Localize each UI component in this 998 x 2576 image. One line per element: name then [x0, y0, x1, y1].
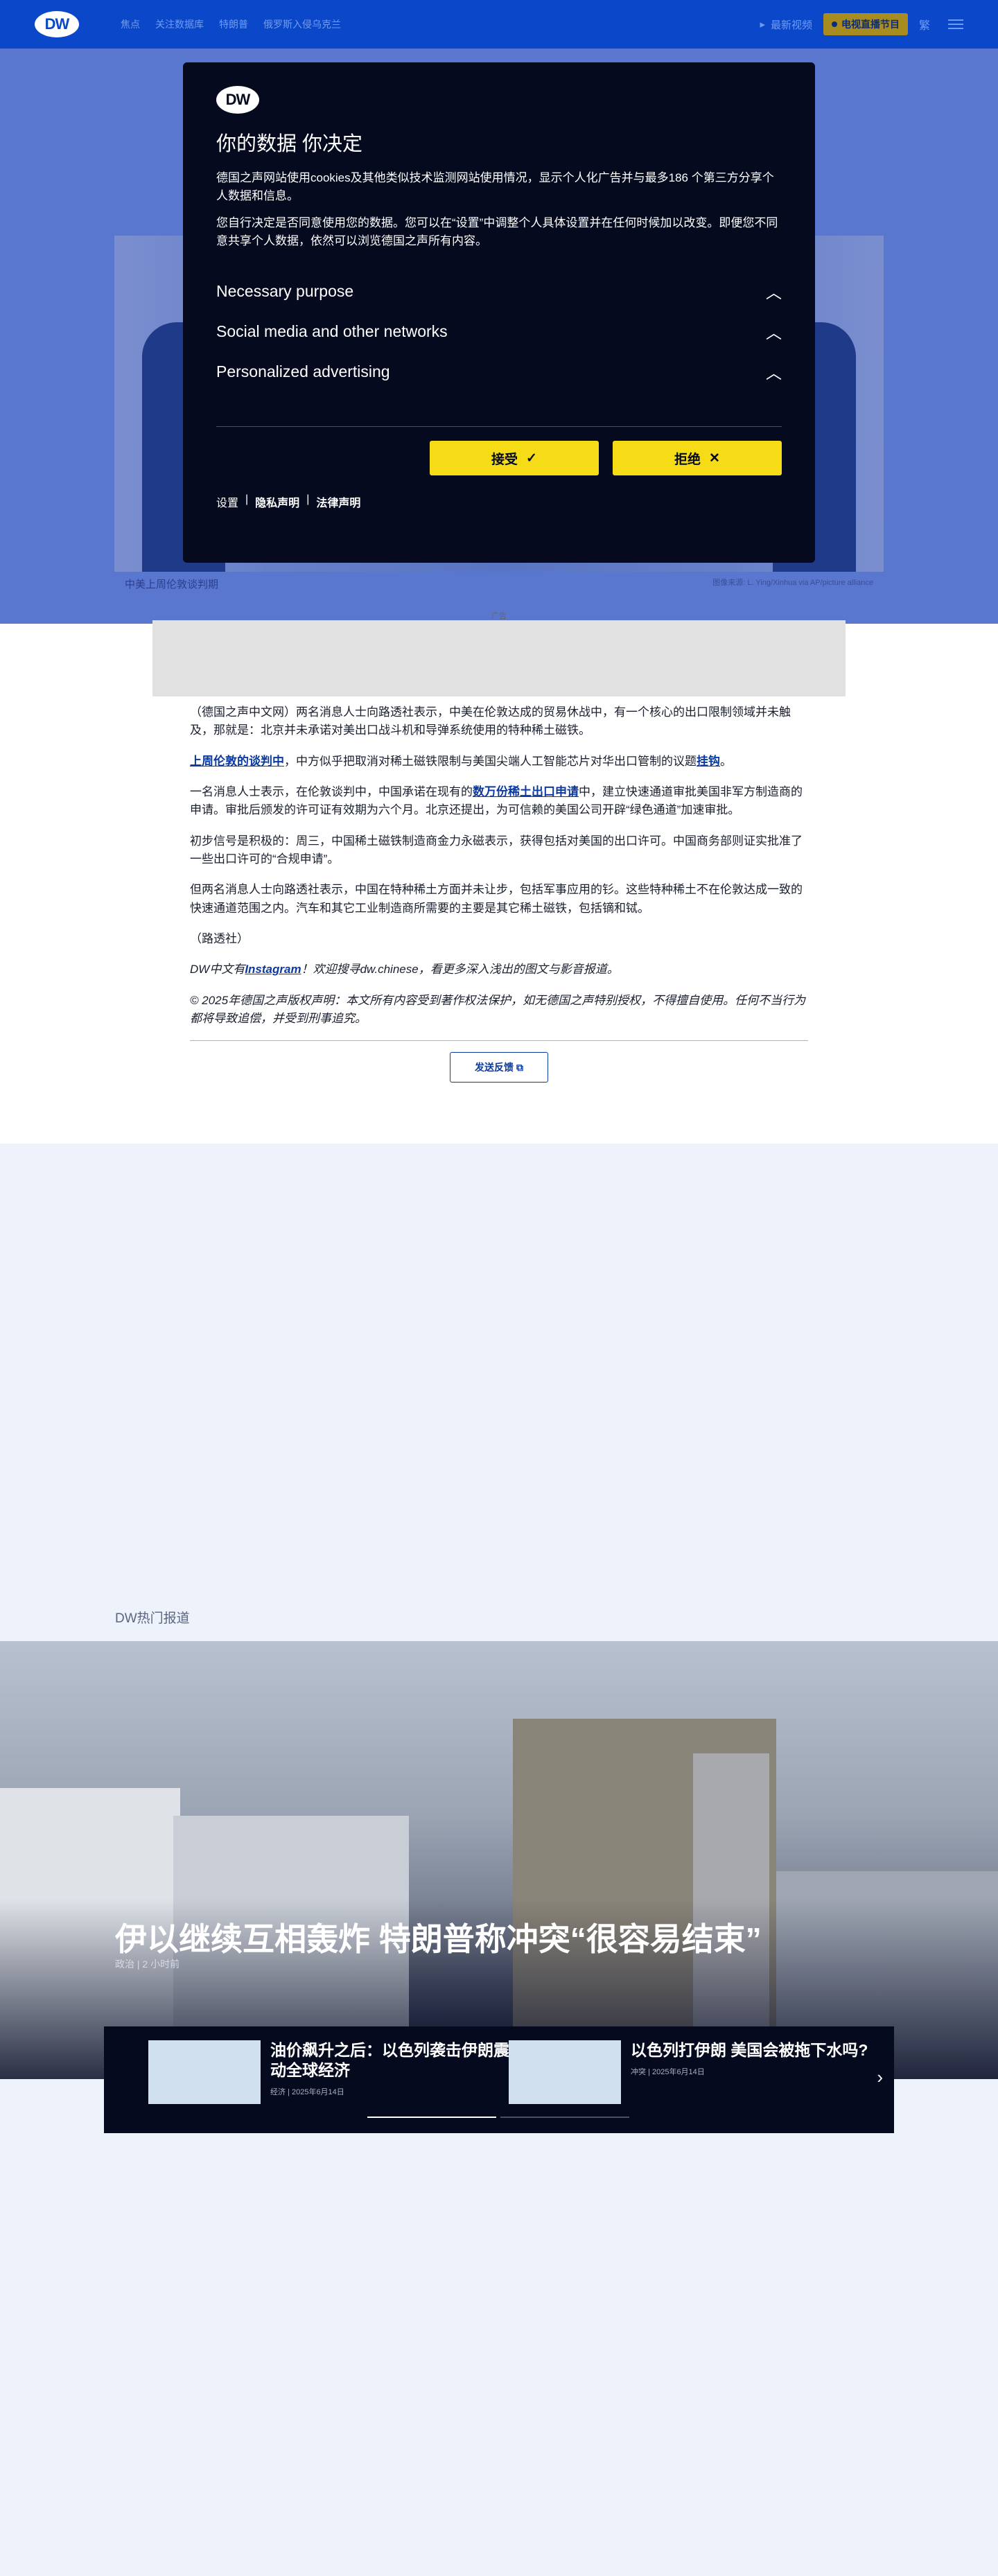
purpose-necessary[interactable]: Necessary purpose ︿	[216, 271, 782, 311]
legal-link[interactable]: 法律声明	[316, 493, 360, 510]
top-stories-heading: DW热门报道	[115, 1611, 190, 1626]
latest-video-label: 最新视频	[770, 19, 812, 31]
article-link-linked[interactable]: 挂钩	[697, 755, 720, 768]
article-paragraph: 上周伦敦的谈判中，中方似乎把取消对稀土磁铁限制与美国尖端人工智能芯片对华出口管制…	[190, 754, 732, 768]
settings-link[interactable]: 设置	[216, 493, 238, 510]
feedback-label: 发送反馈	[475, 1062, 514, 1074]
article-paragraph: 但两名消息人士向路透社表示，中国在特种稀土方面并未让步，包括军事应用的钐。这些特…	[190, 883, 803, 915]
top-story-headline[interactable]: 伊以继续互相轰炸 特朗普称冲突“很容易结束”	[115, 1914, 762, 1960]
main-nav: 焦点 关注数据库 特朗普 俄罗斯入侵乌克兰	[121, 17, 341, 31]
send-feedback-button[interactable]: 发送反馈 ⧉	[450, 1052, 548, 1083]
article-paragraph: 初步信号是积极的：周三，中国稀土磁铁制造商金力永磁表示，获得包括对美国的出口许可…	[190, 834, 803, 866]
consent-purpose-list: Necessary purpose ︿ Social media and oth…	[216, 271, 782, 392]
chevron-down-icon: ︿	[766, 364, 782, 383]
carousel-card[interactable]: 油价飙升之后：以色列袭击伊朗震动全球经济 经济 | 2025年6月14日	[148, 2040, 513, 2104]
top-story-image[interactable]	[0, 1641, 998, 2079]
article-body: （德国之声中文网）两名消息人士向路透社表示，中美在伦敦达成的贸易休战中，有一个核…	[190, 703, 808, 1083]
consent-buttons: 接受 ✓ 拒绝 ✕	[216, 441, 782, 476]
ad-slot[interactable]	[152, 620, 846, 696]
ad-label: 广告	[491, 612, 507, 620]
card-title: 以色列打伊朗 美国会被拖下水吗?	[631, 2041, 868, 2059]
card-thumbnail	[509, 2040, 621, 2104]
live-dot-icon	[831, 21, 837, 27]
carousel-card[interactable]: 以色列打伊朗 美国会被拖下水吗? 冲突 | 2025年6月14日	[509, 2040, 873, 2104]
language-switch[interactable]: 繁	[919, 16, 930, 33]
consent-intro-2: 您自行决定是否同意使用您的数据。您可以在“设置”中调整个人具体设置并在任何时候加…	[216, 216, 778, 248]
check-icon: ✓	[526, 450, 537, 466]
copy-icon: ⧉	[516, 1062, 523, 1074]
consent-dialog: DW 你的数据 你决定 德国之声网站使用cookies及其他类似技术监测网站使用…	[183, 62, 815, 563]
close-icon: ✕	[709, 450, 720, 466]
article-instagram-note: DW中文有Instagram！欢迎搜寻dw.chinese，看更多深入浅出的图文…	[190, 963, 619, 976]
menu-icon[interactable]	[948, 19, 963, 29]
consent-intro: 德国之声网站使用cookies及其他类似技术监测网站使用情况，显示个人化广告并与…	[216, 171, 774, 203]
privacy-link[interactable]: 隐私声明	[255, 493, 299, 510]
reject-label: 拒绝	[674, 452, 701, 467]
consent-divider	[216, 426, 782, 428]
hero-image-credit: 图像来源: L. Ying/Xinhua via AP/picture alli…	[712, 579, 873, 587]
live-tv-button[interactable]: 电视直播节目	[823, 13, 908, 35]
instagram-link[interactable]: Instagram	[245, 963, 301, 976]
article-paragraph: （德国之声中文网）两名消息人士向路透社表示，中美在伦敦达成的贸易休战中，有一个核…	[190, 706, 791, 737]
accept-button[interactable]: 接受 ✓	[430, 441, 599, 476]
purpose-advertising[interactable]: Personalized advertising ︿	[216, 351, 782, 392]
purpose-label: Personalized advertising	[216, 362, 390, 380]
video-icon: ▸	[760, 19, 765, 30]
article-link-export-applications[interactable]: 数万份稀土出口申请	[473, 785, 579, 798]
article-source: （路透社）	[190, 932, 249, 946]
chevron-right-icon[interactable]: ›	[877, 2067, 883, 2088]
top-story-meta: 政治 | 2 小时前	[115, 1959, 180, 1970]
live-tv-label: 电视直播节目	[841, 19, 900, 30]
consent-title: 你的数据 你决定	[216, 133, 363, 155]
copyright-note: © 2025年德国之声版权声明：本文所有内容受到著作权法保护，如无德国之声特别授…	[190, 993, 806, 1026]
reject-button[interactable]: 拒绝 ✕	[613, 441, 782, 476]
article-link-london-talks[interactable]: 上周伦敦的谈判中	[190, 755, 284, 768]
consent-links: 设置 | 隐私声明 | 法律声明	[216, 493, 361, 510]
top-navigation: DW 焦点 关注数据库 特朗普 俄罗斯入侵乌克兰 ▸ 最新视频 电视直播节目 繁	[0, 0, 998, 49]
nav-item-database[interactable]: 关注数据库	[155, 17, 204, 31]
chevron-down-icon: ︿	[766, 283, 782, 302]
card-meta: 冲突 | 2025年6月14日	[631, 2067, 705, 2076]
nav-item-trump[interactable]: 特朗普	[219, 17, 248, 31]
consent-logo: DW	[216, 86, 259, 114]
purpose-social-media[interactable]: Social media and other networks ︿	[216, 311, 782, 351]
dw-logo[interactable]: DW	[35, 11, 79, 37]
accept-label: 接受	[491, 452, 518, 467]
carousel-progress[interactable]	[500, 2117, 629, 2118]
card-thumbnail	[148, 2040, 261, 2104]
article-paragraph: 一名消息人士表示，在伦敦谈判中，中国承诺在现有的数万份稀土出口申请中，建立快速通…	[190, 785, 803, 817]
hero-caption-text: 中美上周伦敦谈判期	[125, 579, 219, 590]
card-title: 油价飙升之后：以色列袭击伊朗震动全球经济	[270, 2041, 509, 2079]
nav-item-focus[interactable]: 焦点	[121, 17, 140, 31]
purpose-label: Social media and other networks	[216, 322, 448, 340]
card-meta: 经济 | 2025年6月14日	[270, 2087, 344, 2096]
story-carousel: 油价飙升之后：以色列袭击伊朗震动全球经济 经济 | 2025年6月14日 以色列…	[104, 2026, 894, 2133]
nav-item-ukraine[interactable]: 俄罗斯入侵乌克兰	[263, 17, 341, 31]
latest-video-link[interactable]: ▸ 最新视频	[760, 17, 812, 32]
top-right-tools: ▸ 最新视频 电视直播节目 繁	[760, 13, 963, 35]
chevron-down-icon: ︿	[766, 324, 782, 342]
article-divider	[190, 1040, 808, 1042]
carousel-progress-active[interactable]	[367, 2117, 496, 2118]
hero-caption: 中美上周伦敦谈判期 图像来源: L. Ying/Xinhua via AP/pi…	[125, 577, 873, 591]
purpose-label: Necessary purpose	[216, 281, 354, 300]
